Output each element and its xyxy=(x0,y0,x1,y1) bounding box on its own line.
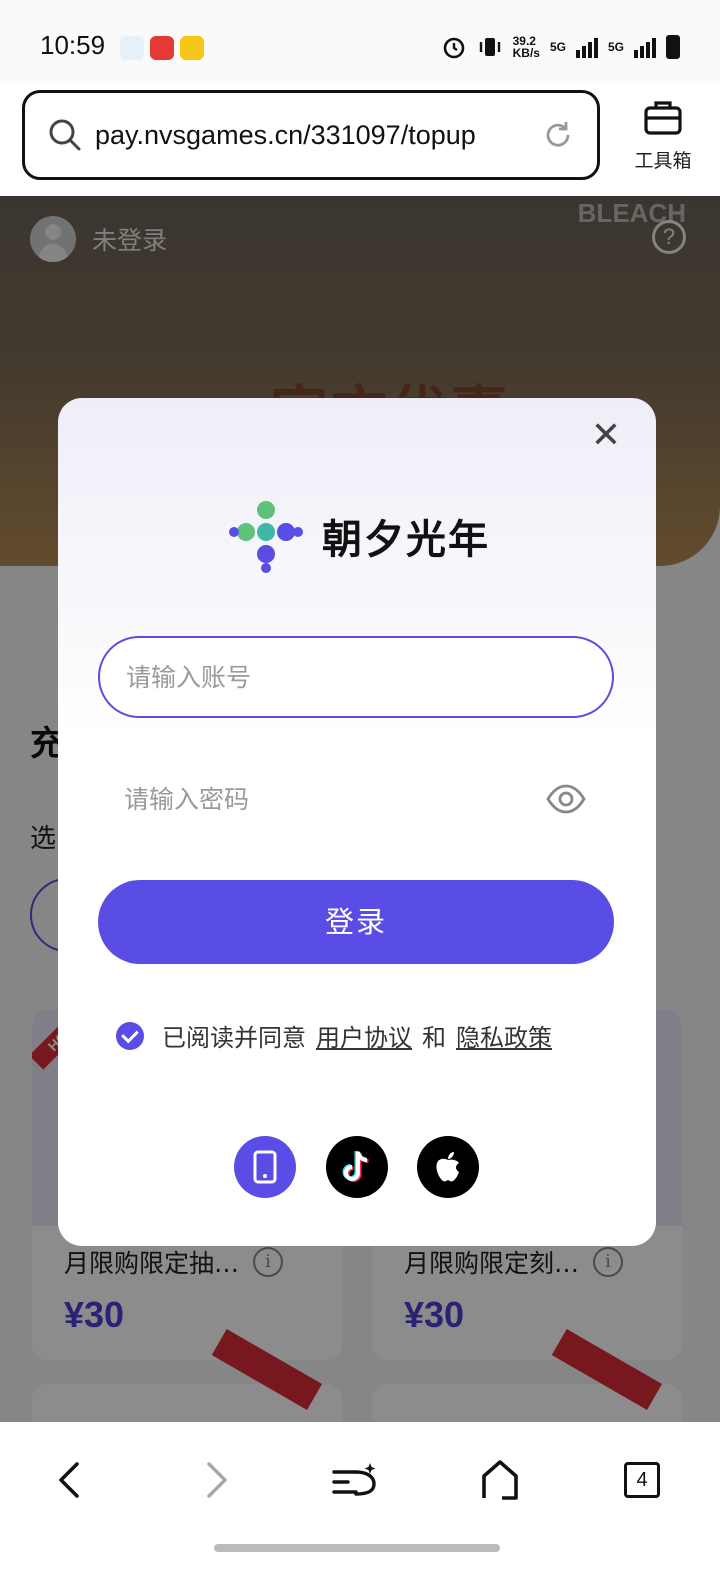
notification-app-icon xyxy=(120,36,144,60)
toolbox-icon xyxy=(644,101,682,135)
user-agreement-link[interactable]: 用户协议 xyxy=(316,1018,412,1053)
brand-name: 朝夕光年 xyxy=(322,517,490,563)
brand-logo-icon xyxy=(229,501,303,573)
login-modal: ✕ 朝夕光年 登录 已阅读并同意 用户协议 和 隐私政策 xyxy=(58,398,656,1246)
toolbox-label: 工具箱 xyxy=(634,150,692,172)
forward-arrow-icon xyxy=(207,1462,227,1498)
url-text[interactable]: pay.nvsgames.cn/331097/topup xyxy=(95,120,476,151)
phone-login-button[interactable] xyxy=(234,1136,296,1198)
apple-icon xyxy=(436,1152,459,1182)
account-input[interactable] xyxy=(126,662,526,692)
signal-icon xyxy=(575,36,598,58)
close-icon[interactable]: ✕ xyxy=(586,416,626,456)
browser-bottom-nav: 4 xyxy=(0,1422,720,1584)
home-icon xyxy=(482,1460,518,1500)
agree-prefix: 已阅读并同意 xyxy=(162,1024,306,1052)
signal-icon xyxy=(634,36,656,58)
address-bar[interactable]: pay.nvsgames.cn/331097/topup xyxy=(22,90,600,180)
privacy-policy-link[interactable]: 隐私政策 xyxy=(456,1018,552,1053)
status-time: 10:59 xyxy=(40,30,106,60)
tab-count: 4 xyxy=(624,1462,660,1498)
forward-button[interactable] xyxy=(186,1450,246,1510)
sim2-label: 5G xyxy=(607,40,624,54)
password-field[interactable] xyxy=(98,758,614,840)
sim1-label: 5G xyxy=(549,40,566,54)
status-right-group: 39.2 KB/s 5G 5G xyxy=(441,34,680,60)
search-icon xyxy=(49,119,81,151)
toolbox-button[interactable]: 工具箱 xyxy=(628,98,698,173)
tabs-button[interactable]: 4 xyxy=(612,1450,672,1510)
back-button[interactable] xyxy=(40,1450,100,1510)
phone-icon xyxy=(253,1150,277,1184)
login-button[interactable]: 登录 xyxy=(98,880,614,964)
vibrate-icon xyxy=(479,38,500,56)
battery-icon xyxy=(666,35,680,59)
agree-and: 和 xyxy=(422,1024,446,1052)
home-button[interactable] xyxy=(470,1450,530,1510)
alarm-icon xyxy=(443,37,464,59)
browser-address-row: pay.nvsgames.cn/331097/topup 工具箱 xyxy=(0,84,720,196)
back-arrow-icon xyxy=(59,1462,79,1498)
network-speed: 39.2 KB/s xyxy=(512,34,540,60)
eye-icon[interactable] xyxy=(546,782,586,816)
password-input[interactable] xyxy=(124,784,524,814)
feed-icon xyxy=(332,1463,376,1496)
tiktok-login-button[interactable] xyxy=(326,1136,388,1198)
agree-checkbox[interactable] xyxy=(116,1021,144,1050)
account-field[interactable] xyxy=(98,636,614,718)
reload-icon[interactable] xyxy=(543,120,573,150)
apple-login-button[interactable] xyxy=(417,1136,479,1198)
tiktok-icon xyxy=(342,1150,369,1182)
notification-app-icon xyxy=(150,36,174,60)
notification-app-icon xyxy=(180,36,204,60)
home-indicator[interactable] xyxy=(214,1544,500,1552)
feed-button[interactable] xyxy=(326,1450,386,1510)
brand-header: 朝夕光年 xyxy=(226,496,490,576)
status-bar: 10:59 39.2 KB/s 5G 5G xyxy=(0,0,720,84)
agreement-row: 已阅读并同意 用户协议 和 隐私政策 xyxy=(116,1018,562,1053)
